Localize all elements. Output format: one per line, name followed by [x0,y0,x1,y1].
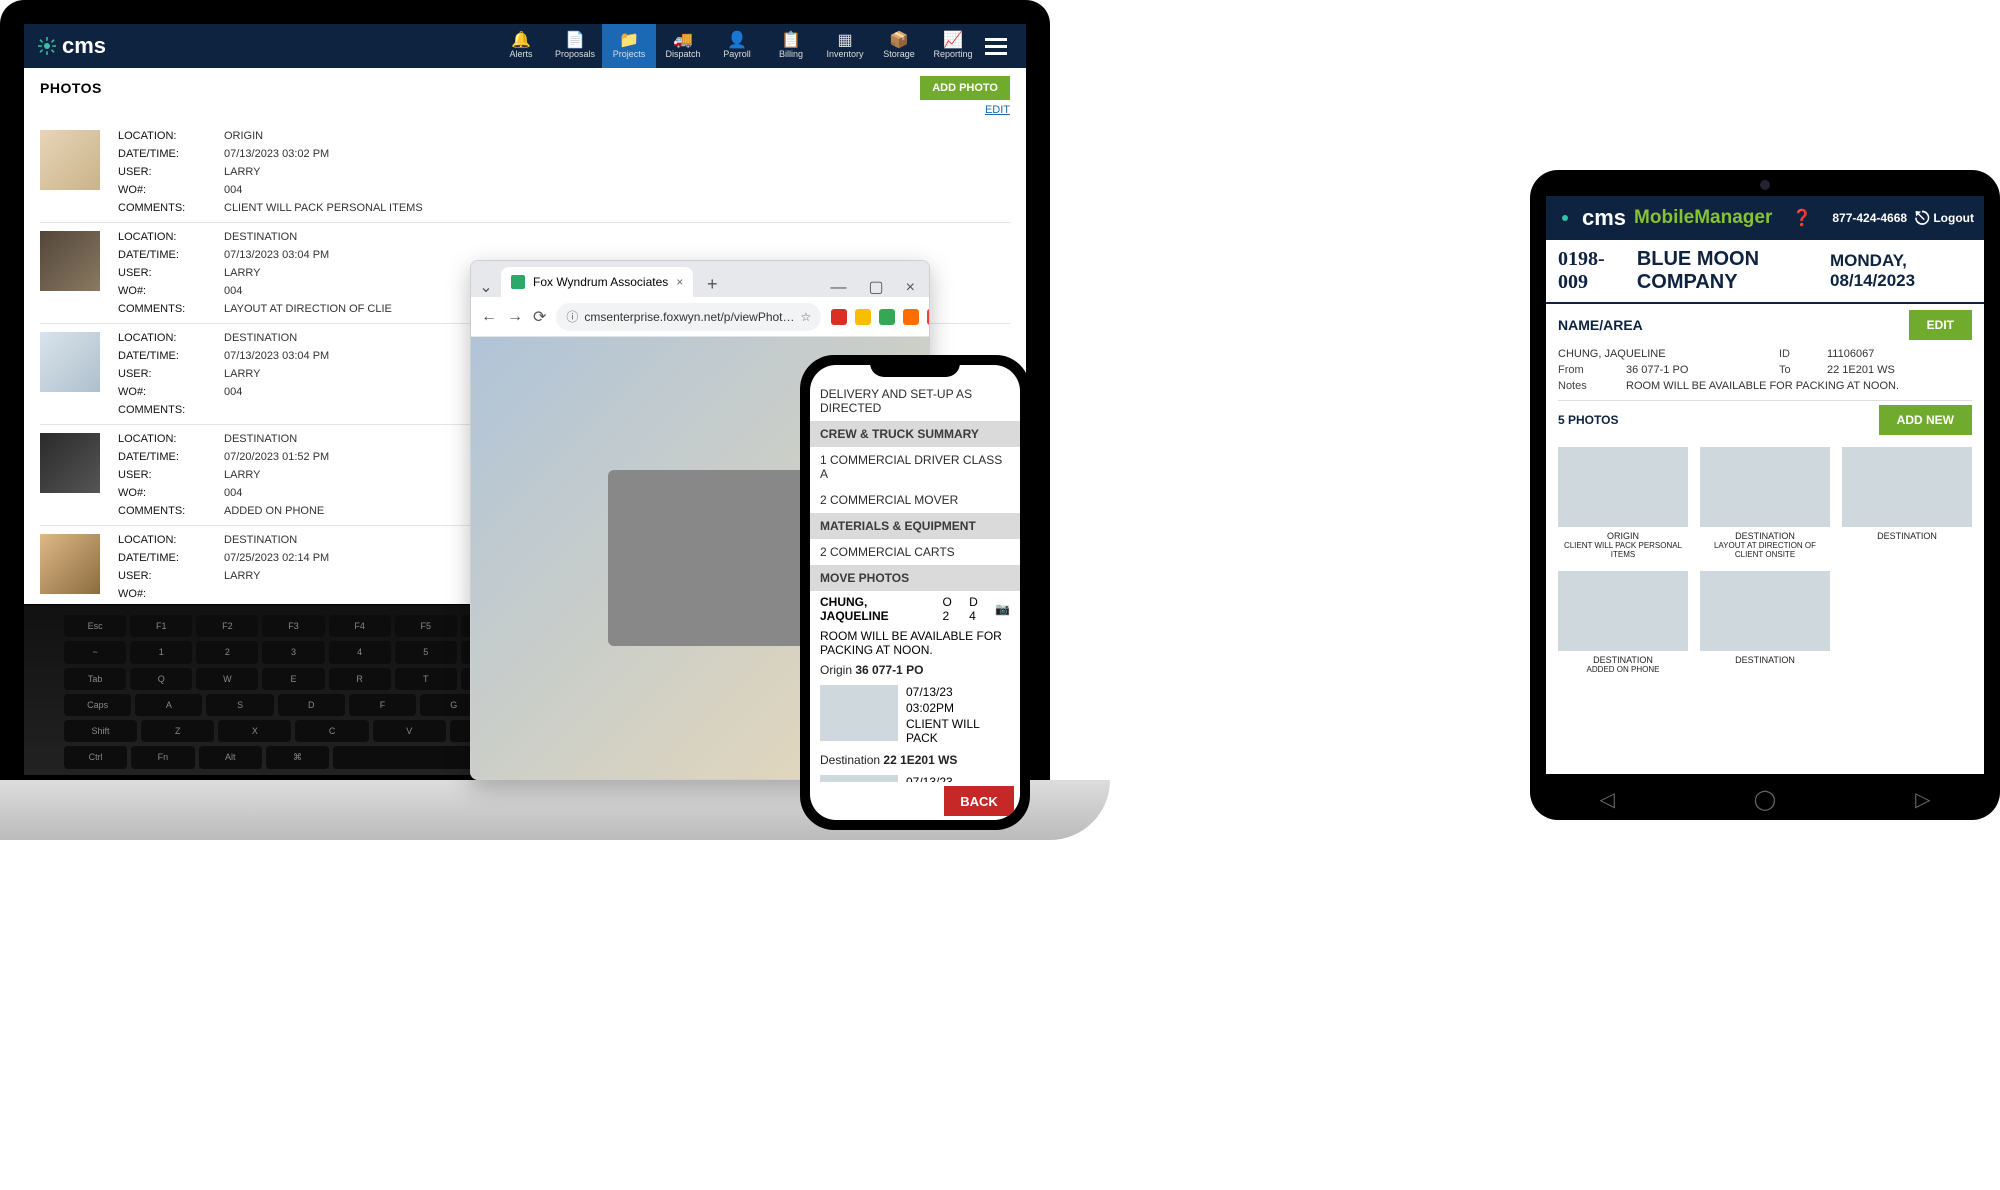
nav-billing[interactable]: 📋Billing [764,24,818,68]
cms-logo: cms [38,33,106,59]
date-display: MONDAY, 08/14/2023 [1830,251,1972,291]
projects-icon: 📁 [619,33,639,49]
nav-reporting[interactable]: 📈Reporting [926,24,980,68]
logout-icon: ⎋ [1915,208,1929,229]
tab-dropdown-icon[interactable]: ⌄ [477,277,495,297]
support-phone: 877-424-4668 [1832,211,1907,225]
url-bar[interactable]: ⓘ cmsenterprise.foxwyn.net/p/viewPhot… ☆ [556,303,821,331]
extension-icon[interactable] [879,309,895,325]
materials-header: MATERIALS & EQUIPMENT [810,513,1020,539]
logout-button[interactable]: ⎋ Logout [1915,208,1974,229]
extension-icon[interactable] [927,309,930,325]
photo-card[interactable]: DESTINATION ADDED ON PHONE [1558,571,1688,674]
tab-title: Fox Wyndrum Associates [533,275,668,289]
tablet-brand: cms [1582,205,1626,231]
photo-card[interactable]: ORIGIN CLIENT WILL PACK PERSONAL ITEMS [1558,447,1688,559]
photo-thumbnail [820,775,898,782]
photo-thumbnail [1558,571,1688,651]
extension-icon[interactable] [855,309,871,325]
photos-count: 5 PHOTOS [1558,413,1618,427]
home-icon[interactable]: ◯ [1754,787,1776,812]
photo-thumbnail [1700,571,1830,651]
nav-alerts[interactable]: 🔔Alerts [494,24,548,68]
url-text: cmsenterprise.foxwyn.net/p/viewPhot… [584,310,794,324]
photo-card[interactable]: DESTINATION [1842,447,1972,559]
photo-card[interactable]: DESTINATION LAYOUT AT DIRECTION OF CLIEN… [1700,447,1830,559]
add-new-button[interactable]: ADD NEW [1879,405,1972,435]
photo-thumbnail [820,685,898,741]
photo-thumbnail[interactable] [40,231,100,291]
photo-thumbnail[interactable] [40,130,100,190]
tablet-system-nav: ◁ ◯ ▷ [1530,787,2000,812]
name-area-heading: NAME/AREA [1558,317,1643,333]
close-tab-icon[interactable]: × [676,275,683,289]
proposals-icon: 📄 [565,33,585,49]
site-info-icon[interactable]: ⓘ [566,308,578,325]
back-button[interactable]: BACK [944,786,1014,816]
star-icon[interactable]: ☆ [801,310,812,324]
alerts-icon: 🔔 [511,33,531,49]
nav-dispatch[interactable]: 🚚Dispatch [656,24,710,68]
back-icon[interactable]: ← [481,308,497,326]
payroll-icon: 👤 [727,33,747,49]
crew-line: 1 COMMERCIAL DRIVER CLASS A [810,447,1020,487]
add-photo-button[interactable]: ADD PHOTO [920,76,1010,100]
photos-heading: PHOTOS [40,80,102,96]
photo-thumbnail [1842,447,1972,527]
favicon-icon [511,275,525,289]
person-name: CHUNG, JAQUELINE [1558,348,1771,360]
nav-storage[interactable]: 📦Storage [872,24,926,68]
nav-proposals[interactable]: 📄Proposals [548,24,602,68]
crew-header: CREW & TRUCK SUMMARY [810,421,1020,447]
reload-icon[interactable]: ⟳ [533,307,546,327]
photo-thumbnail [1700,447,1830,527]
photo-card[interactable]: DESTINATION [1700,571,1830,674]
help-icon[interactable]: ❓ [1792,208,1812,228]
back-icon[interactable]: ◁ [1599,787,1614,812]
minimize-icon[interactable]: — [823,279,855,297]
nav-inventory[interactable]: ▦Inventory [818,24,872,68]
extension-icon[interactable] [903,309,919,325]
company-name: BLUE MOON COMPANY [1637,248,1830,294]
crew-line: 2 COMMERCIAL MOVER [810,487,1020,513]
billing-icon: 📋 [781,33,801,49]
move-photo-item[interactable]: 07/13/2303:02PMCLIENT WILL PACK [810,681,1020,749]
hamburger-menu[interactable] [980,38,1012,55]
tablet-camera [1760,180,1770,190]
gear-icon [1556,209,1574,227]
storage-icon: 📦 [889,33,909,49]
close-window-icon[interactable]: × [898,279,923,297]
browser-tab[interactable]: Fox Wyndrum Associates × [501,267,693,297]
forward-icon[interactable]: → [507,308,523,326]
move-photos-header: MOVE PHOTOS [810,565,1020,591]
photo-thumbnail[interactable] [40,433,100,493]
dispatch-icon: 🚚 [673,33,693,49]
move-photo-item[interactable]: 07/13/2303:21PMLAYOUT AT DIRECTION OF [810,771,1020,782]
edit-button[interactable]: EDIT [1909,310,1972,340]
app-name: MobileManager [1634,207,1772,229]
photo-thumbnail[interactable] [40,332,100,392]
move-person: CHUNG, JAQUELINE [820,595,935,623]
origin-count: O 2 [943,595,962,623]
camera-icon[interactable]: 📷 [995,602,1010,616]
photo-row: LOCATION:ORIGIN DATE/TIME:07/13/2023 03:… [40,122,1010,222]
photo-thumbnail[interactable] [40,534,100,594]
photo-thumbnail [1558,447,1688,527]
room-note: ROOM WILL BE AVAILABLE FOR PACKING AT NO… [810,627,1020,659]
new-tab-button[interactable]: + [699,271,725,297]
edit-link[interactable]: EDIT [40,104,1010,116]
recent-icon[interactable]: ▷ [1915,787,1930,812]
gear-icon [38,37,56,55]
phone-notch [870,355,960,377]
extension-icon[interactable] [831,309,847,325]
work-order-number: 0198-009 [1558,248,1623,294]
maximize-icon[interactable]: ▢ [861,277,892,297]
reporting-icon: 📈 [943,33,963,49]
nav-payroll[interactable]: 👤Payroll [710,24,764,68]
dest-count: D 4 [969,595,987,623]
nav-projects[interactable]: 📁Projects [602,24,656,68]
material-line: 2 COMMERCIAL CARTS [810,539,1020,565]
inventory-icon: ▦ [837,33,852,49]
